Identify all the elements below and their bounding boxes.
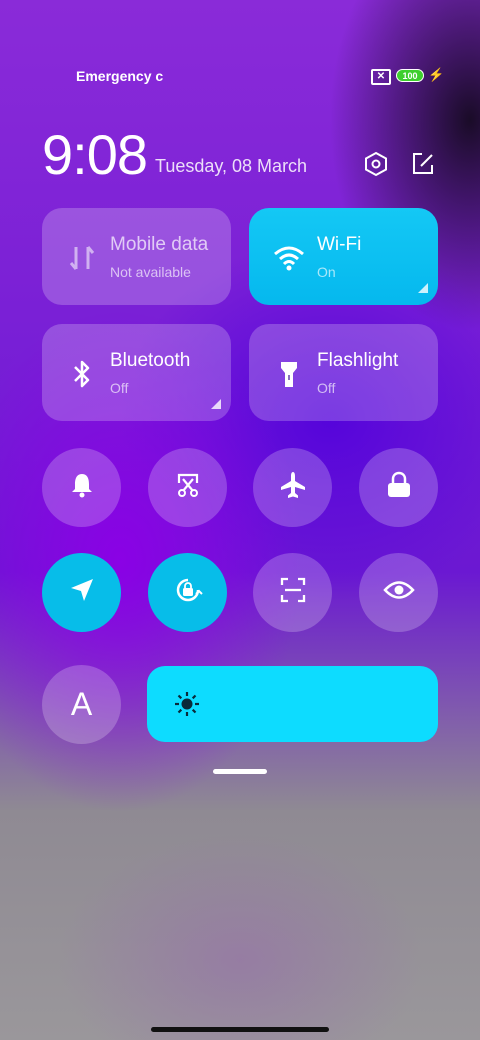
airplane-icon — [278, 470, 308, 505]
toggle-scanner[interactable] — [253, 553, 332, 632]
toggle-sound[interactable] — [42, 448, 121, 527]
scan-icon — [279, 576, 307, 609]
tile-status: On — [317, 264, 336, 280]
tile-label: Wi-Fi — [317, 234, 362, 255]
location-icon — [69, 577, 95, 608]
charging-bolt-icon: ⚡ — [428, 67, 445, 82]
bell-icon — [68, 471, 96, 504]
lock-icon — [386, 471, 412, 504]
tile-mobile-data[interactable]: Mobile data Not available — [42, 208, 231, 305]
tile-label: Bluetooth — [110, 350, 191, 371]
toggle-lock[interactable] — [359, 448, 438, 527]
battery-indicator: 100 — [396, 69, 424, 82]
carrier-text: Emergency c — [76, 68, 164, 84]
toggle-screenshot[interactable] — [148, 448, 227, 527]
clock-time: 9:08 — [42, 123, 148, 186]
tile-label: Flashlight — [317, 350, 399, 371]
panel-drag-handle[interactable] — [213, 769, 267, 774]
home-indicator[interactable] — [151, 1027, 329, 1032]
toggle-reading-mode[interactable] — [359, 553, 438, 632]
brightness-sun-icon — [173, 690, 201, 718]
tile-label: Mobile data — [110, 234, 209, 255]
font-size-icon: A — [70, 686, 93, 722]
bluetooth-icon — [64, 356, 100, 392]
wifi-icon — [271, 240, 307, 276]
tile-status: Off — [317, 380, 336, 396]
toggle-rotation-lock[interactable] — [148, 553, 227, 632]
brightness-slider[interactable] — [147, 666, 438, 742]
eye-icon — [382, 579, 415, 606]
toggle-location[interactable] — [42, 553, 121, 632]
sim-error-icon: ✕ — [371, 69, 391, 85]
expand-corner-icon[interactable] — [418, 283, 428, 293]
rotation-lock-icon — [172, 574, 204, 611]
tile-status: Not available — [110, 264, 191, 280]
flashlight-icon — [271, 356, 307, 392]
mobile-data-icon — [64, 240, 100, 276]
settings-hexagon-icon[interactable] — [363, 151, 389, 177]
edit-icon[interactable] — [410, 151, 436, 177]
tile-wifi[interactable]: Wi-Fi On — [249, 208, 438, 305]
tile-status: Off — [110, 380, 129, 396]
tile-flashlight[interactable]: Flashlight Off — [249, 324, 438, 421]
toggle-airplane[interactable] — [253, 448, 332, 527]
screenshot-scissors-icon — [174, 471, 202, 504]
status-bar: Emergency c ✕ 100 ⚡ — [0, 66, 480, 88]
date-label[interactable]: Tuesday, 08 March — [155, 156, 307, 177]
font-size-button[interactable]: A — [42, 665, 121, 744]
tile-bluetooth[interactable]: Bluetooth Off — [42, 324, 231, 421]
expand-corner-icon[interactable] — [211, 399, 221, 409]
